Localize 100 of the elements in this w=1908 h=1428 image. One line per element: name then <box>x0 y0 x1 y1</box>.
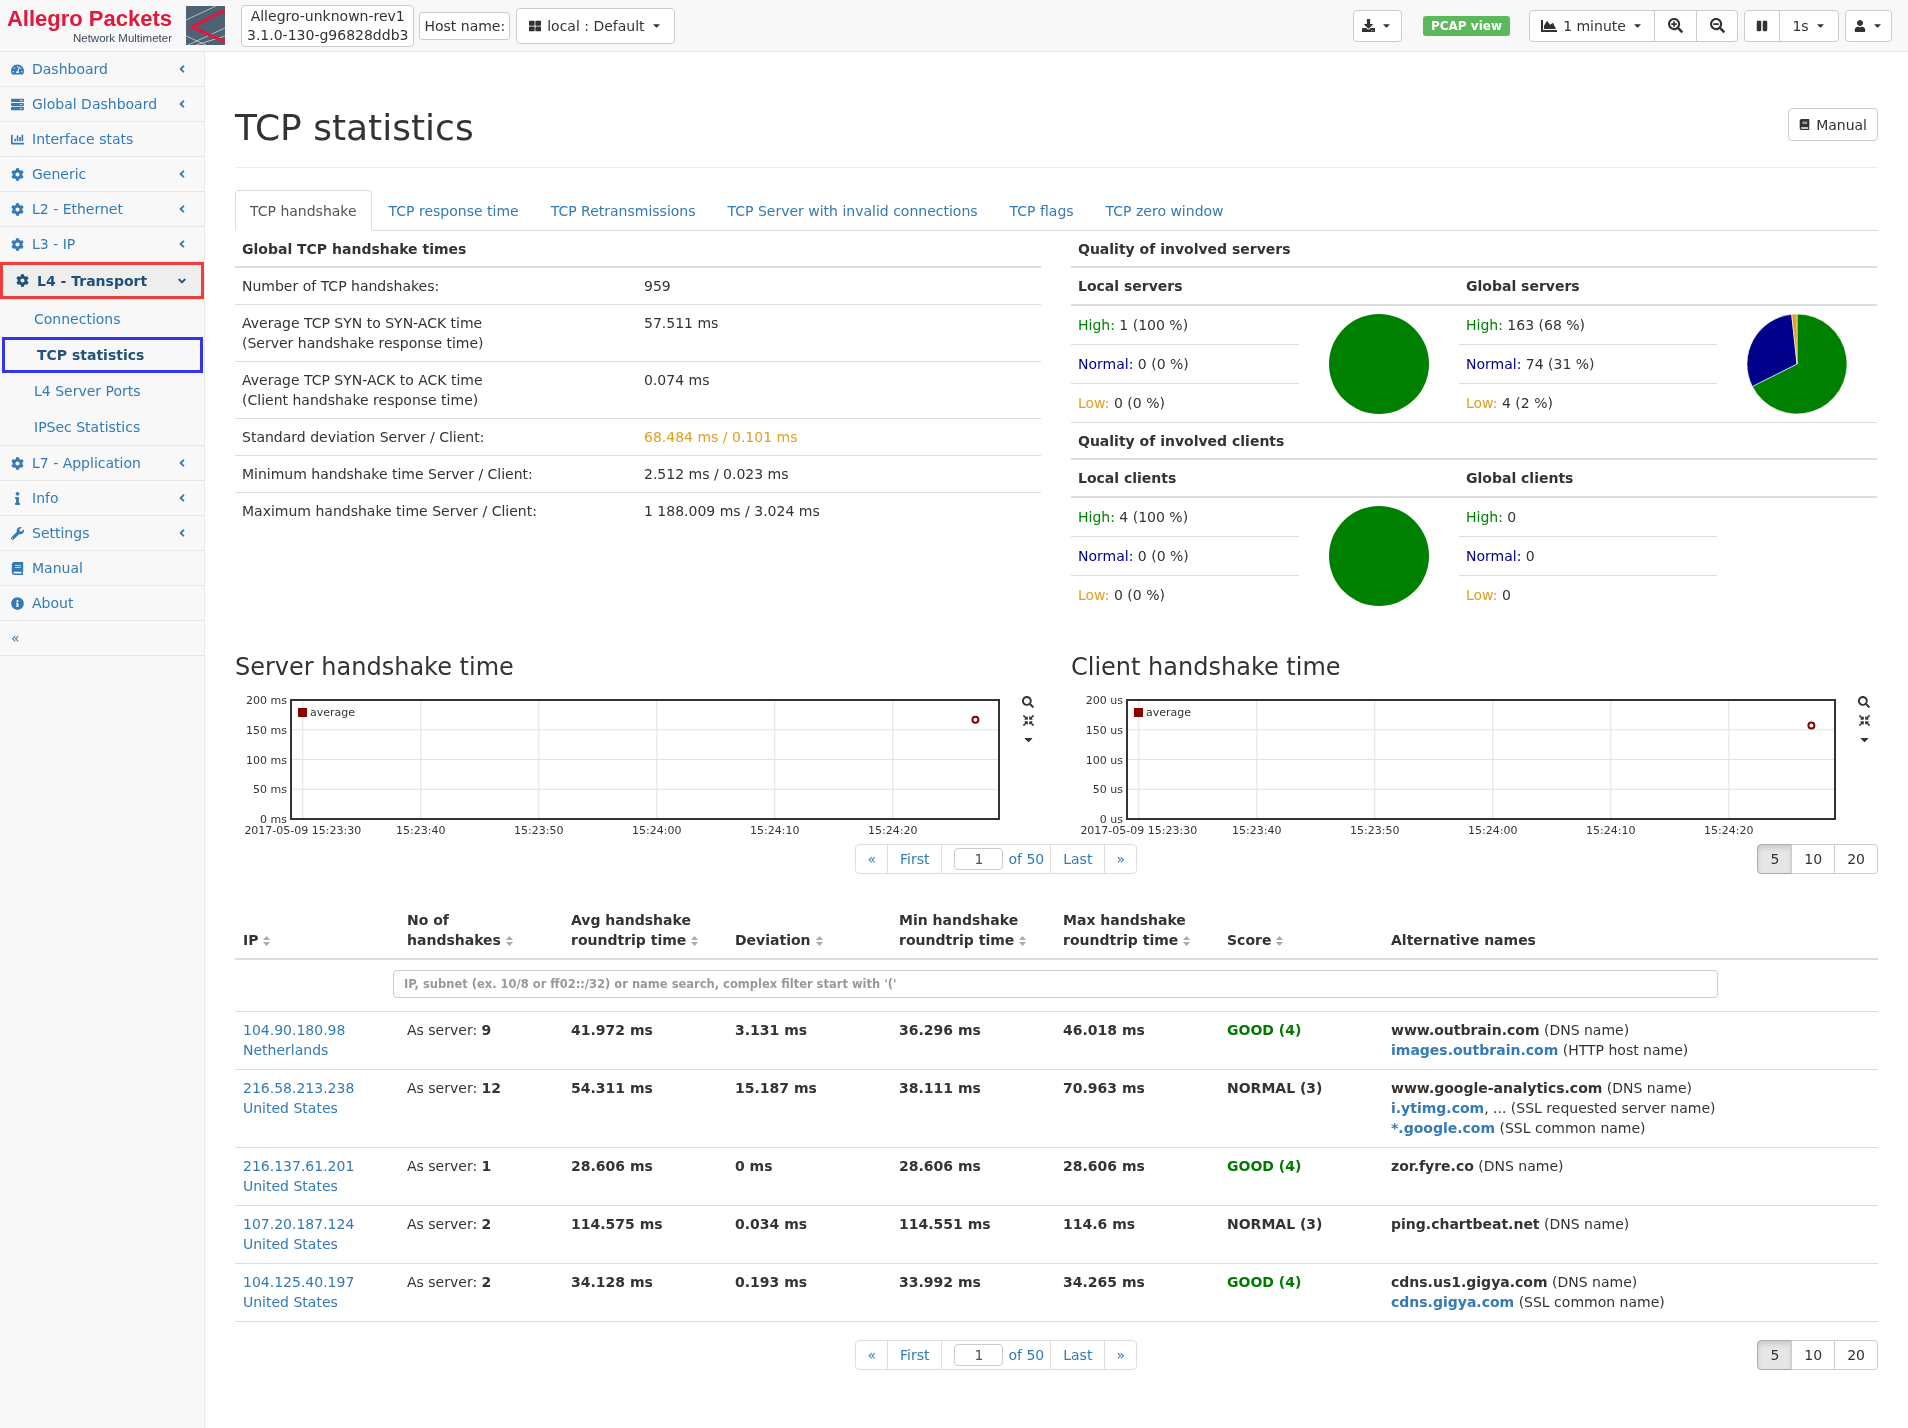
hostname-link[interactable]: images.outbrain.com <box>1391 1042 1559 1058</box>
sidebar-item[interactable]: Interface stats <box>0 122 204 157</box>
axis-tick-label: 15:23:50 <box>514 824 564 837</box>
download-button[interactable] <box>1352 9 1402 42</box>
hostname-link[interactable]: cdns.gigya.com <box>1391 1294 1515 1310</box>
page-size-button[interactable]: 5 <box>1757 1340 1793 1370</box>
quality-level-label: Low: <box>1078 587 1110 603</box>
tab[interactable]: TCP zero window <box>1090 190 1239 231</box>
alternative-name: www.outbrain.com (DNS name) <box>1391 1021 1630 1040</box>
filter-field[interactable]: IP, subnet (ex. 10/8 or ff02::/32) or name search, complex filter start with '(' <box>393 970 1718 998</box>
sidebar-subitem[interactable]: IPSec Statistics <box>2 409 203 445</box>
pcap-view-indicator: PCAP view <box>1422 15 1510 36</box>
sidebar-subitem[interactable]: TCP statistics <box>2 337 203 373</box>
sidebar-item[interactable]: Info <box>0 481 204 516</box>
column-header[interactable]: Max handshake roundtrip time <box>1055 909 1219 959</box>
pause-button[interactable] <box>1744 9 1780 42</box>
quality-count: 163 (68 %) <box>1507 317 1586 333</box>
sidebar-item[interactable]: Settings <box>0 516 204 551</box>
page-size-button[interactable]: 20 <box>1834 844 1878 874</box>
sidebar-item[interactable]: L4 - Transport <box>0 262 204 300</box>
quality-level-label: High: <box>1466 509 1503 525</box>
country-link[interactable]: United States <box>243 1234 338 1254</box>
quality-level-label: Normal: <box>1466 356 1522 372</box>
page-number-field[interactable]: 1 <box>954 1344 1004 1366</box>
tab[interactable]: TCP Server with invalid connections <box>712 190 993 231</box>
axis-tick-label: 150 us <box>1085 723 1123 737</box>
sidebar-item[interactable]: Global Dashboard <box>0 87 204 122</box>
ip-address-link[interactable]: 104.90.180.98 <box>243 1020 346 1040</box>
quality-count: 0 (0 %) <box>1114 395 1165 411</box>
gear-icon <box>11 202 24 216</box>
sidebar-item[interactable]: About <box>0 586 204 621</box>
next-page-link[interactable]: » <box>1104 845 1136 873</box>
page-size-button[interactable]: 10 <box>1791 844 1836 874</box>
book-icon <box>1799 119 1811 130</box>
column-header[interactable]: IP <box>235 909 399 959</box>
max-roundtrip-time: 34.265 ms <box>1063 1273 1145 1292</box>
timespan-dropdown[interactable]: 1 minute <box>1529 9 1655 42</box>
sidebar-item[interactable]: Dashboard <box>0 52 204 87</box>
legend-label: average <box>1146 706 1192 719</box>
zoom-in-button[interactable] <box>1654 9 1697 42</box>
user-menu-button[interactable] <box>1845 9 1892 42</box>
collapse-sidebar-button[interactable]: « <box>0 621 204 656</box>
search-icon[interactable] <box>1022 696 1034 708</box>
hostname-link[interactable]: *.google.com <box>1391 1120 1496 1136</box>
next-page-link[interactable]: » <box>1104 1341 1136 1369</box>
sidebar-subitem[interactable]: Connections <box>2 301 203 337</box>
tab[interactable]: TCP response time <box>373 190 534 231</box>
country-link[interactable]: Netherlands <box>243 1040 329 1060</box>
country-link[interactable]: United States <box>243 1292 338 1312</box>
ip-address-link[interactable]: 216.58.213.238 <box>243 1078 355 1098</box>
axis-tick-label: 0 us <box>1099 813 1123 826</box>
host-select[interactable]: local : Default <box>516 7 675 44</box>
previous-page-link[interactable]: « <box>856 1341 887 1369</box>
quality-count: 0 <box>1525 548 1535 564</box>
column-header[interactable]: Min handshake roundtrip time <box>891 909 1055 959</box>
stat-value: 1 188.009 ms / 3.024 ms <box>644 502 820 521</box>
page-number-field[interactable]: 1 <box>954 848 1004 870</box>
ip-address-link[interactable]: 107.20.187.124 <box>243 1214 355 1234</box>
refresh-interval-dropdown[interactable]: 1s <box>1779 9 1839 42</box>
quality-count: 0 <box>1502 587 1511 603</box>
compress-icon[interactable] <box>1858 715 1870 726</box>
first-page-link[interactable]: First <box>887 845 942 873</box>
page-size-button[interactable]: 20 <box>1834 1340 1878 1370</box>
manual-button[interactable]: Manual <box>1788 108 1878 141</box>
sidebar-item[interactable]: L7 - Application <box>0 446 204 481</box>
deviation-value: 0.193 ms <box>735 1273 808 1292</box>
first-page-link[interactable]: First <box>887 1341 942 1369</box>
tab[interactable]: TCP flags <box>994 190 1089 231</box>
data-point <box>1807 721 1816 730</box>
sidebar-subitem[interactable]: L4 Server Ports <box>2 373 203 409</box>
sidebar-item[interactable]: Manual <box>0 551 204 586</box>
quality-level-label: High: <box>1078 317 1115 333</box>
column-header[interactable]: No of handshakes <box>399 909 563 959</box>
page-count: of 50 <box>1008 1346 1045 1365</box>
compress-icon[interactable] <box>1022 715 1034 726</box>
country-link[interactable]: United States <box>243 1098 338 1118</box>
axis-tick-label: 50 us <box>1092 783 1123 797</box>
axis-tick-label: 15:23:40 <box>396 824 446 837</box>
last-page-link[interactable]: Last <box>1050 1341 1105 1369</box>
ip-address-link[interactable]: 104.125.40.197 <box>243 1272 355 1292</box>
tab[interactable]: TCP handshake <box>235 190 372 231</box>
country-link[interactable]: United States <box>243 1176 338 1196</box>
hostname-link[interactable]: i.ytimg.com <box>1391 1100 1485 1116</box>
tab[interactable]: TCP Retransmissions <box>535 190 711 231</box>
column-header[interactable]: Deviation <box>727 909 891 959</box>
page-size-button[interactable]: 10 <box>1791 1340 1836 1370</box>
search-icon[interactable] <box>1858 696 1870 708</box>
sidebar-item[interactable]: Generic <box>0 157 204 192</box>
gear-icon <box>16 274 29 287</box>
ip-address-link[interactable]: 216.137.61.201 <box>243 1156 355 1176</box>
page-size-button[interactable]: 5 <box>1757 844 1793 874</box>
previous-page-link[interactable]: « <box>856 845 887 873</box>
quality-level-label: Low: <box>1466 587 1498 603</box>
column-header[interactable]: Score <box>1219 909 1383 959</box>
deviation-value: 0 ms <box>735 1157 773 1176</box>
zoom-out-button[interactable] <box>1696 9 1738 42</box>
column-header[interactable]: Avg handshake roundtrip time <box>563 909 727 959</box>
max-roundtrip-time: 46.018 ms <box>1063 1021 1145 1040</box>
last-page-link[interactable]: Last <box>1050 845 1105 873</box>
sidebar-item[interactable]: L2 - Ethernet <box>0 192 204 227</box>
